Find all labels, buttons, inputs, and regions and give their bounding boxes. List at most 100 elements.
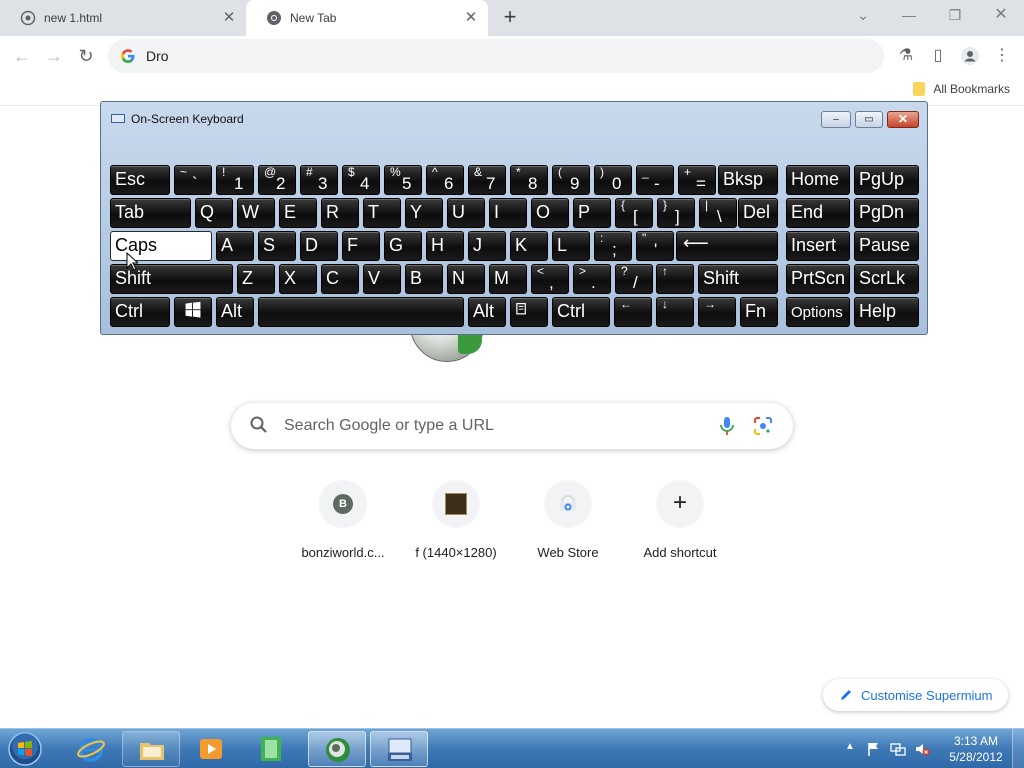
network-icon[interactable] bbox=[890, 741, 906, 757]
key-arrow-right[interactable]: → bbox=[698, 297, 736, 327]
key-x[interactable]: X bbox=[279, 264, 317, 294]
key-punct-0[interactable]: :; bbox=[594, 231, 632, 261]
key-p[interactable]: P bbox=[573, 198, 611, 228]
key-i[interactable]: I bbox=[489, 198, 527, 228]
osk-maximize-button[interactable]: ▭ bbox=[855, 111, 883, 128]
key-ctrl-right[interactable]: Ctrl bbox=[552, 297, 610, 327]
key-punct-1[interactable]: " ' bbox=[636, 231, 674, 261]
key-arrow-up[interactable]: ↑ bbox=[656, 264, 694, 294]
key-context-menu[interactable] bbox=[510, 297, 548, 327]
key-ctrl-left[interactable]: Ctrl bbox=[110, 297, 170, 327]
close-tab-icon[interactable]: ✕ bbox=[462, 9, 480, 27]
key-arrow-left[interactable]: ← bbox=[614, 297, 652, 327]
key-pause[interactable]: Pause bbox=[854, 231, 919, 261]
shortcut-bonziworld[interactable]: B bonziworld.c... bbox=[287, 480, 399, 564]
profile-avatar-icon[interactable] bbox=[958, 44, 982, 68]
tab-new-1-html[interactable]: new 1.html ✕ bbox=[0, 0, 246, 36]
key-enter[interactable]: ⟵ bbox=[676, 231, 778, 261]
key-t[interactable]: T bbox=[363, 198, 401, 228]
key-a[interactable]: A bbox=[216, 231, 254, 261]
taskbar-app-green[interactable] bbox=[242, 731, 300, 767]
key-backspace[interactable]: Bksp bbox=[718, 165, 778, 195]
key-fn[interactable]: Fn bbox=[740, 297, 778, 327]
restore-window-button[interactable]: ❐ bbox=[940, 4, 970, 26]
key-insert[interactable]: Insert bbox=[786, 231, 850, 261]
key-windows[interactable] bbox=[174, 297, 212, 327]
forward-icon[interactable]: → bbox=[42, 44, 66, 68]
key-3[interactable]: #3 bbox=[300, 165, 338, 195]
key-j[interactable]: J bbox=[468, 231, 506, 261]
key-u[interactable]: U bbox=[447, 198, 485, 228]
key-7[interactable]: & 7 bbox=[468, 165, 506, 195]
taskbar-on-screen-keyboard[interactable] bbox=[370, 731, 428, 767]
key-e[interactable]: E bbox=[279, 198, 317, 228]
key-end[interactable]: End bbox=[786, 198, 850, 228]
key-o[interactable]: O bbox=[531, 198, 569, 228]
key-scrlk[interactable]: ScrLk bbox=[854, 264, 919, 294]
key--[interactable]: _ - bbox=[636, 165, 674, 195]
close-tab-icon[interactable]: ✕ bbox=[220, 9, 238, 27]
key-n[interactable]: N bbox=[447, 264, 485, 294]
key-prtscn[interactable]: PrtScn bbox=[786, 264, 850, 294]
key-tab[interactable]: Tab bbox=[110, 198, 191, 228]
new-tab-button[interactable]: + bbox=[498, 6, 522, 30]
key-sym-0[interactable]: <, bbox=[531, 264, 569, 294]
key-4[interactable]: $4 bbox=[342, 165, 380, 195]
reload-icon[interactable]: ↻ bbox=[74, 44, 98, 68]
key-arrow-down[interactable]: ↓ bbox=[656, 297, 694, 327]
start-button-icon[interactable] bbox=[6, 731, 44, 767]
system-clock[interactable]: 3:13 AM 5/28/2012 bbox=[944, 733, 1008, 765]
key-pgup[interactable]: PgUp bbox=[854, 165, 919, 195]
key-bracket-1[interactable]: }] bbox=[657, 198, 695, 228]
labs-flask-icon[interactable]: ⚗ bbox=[894, 44, 918, 68]
key-pgdn[interactable]: PgDn bbox=[854, 198, 919, 228]
key-k[interactable]: K bbox=[510, 231, 548, 261]
key-b[interactable]: B bbox=[405, 264, 443, 294]
key-z[interactable]: Z bbox=[237, 264, 275, 294]
lens-search-icon[interactable] bbox=[753, 416, 773, 436]
key-sym-1[interactable]: >. bbox=[573, 264, 611, 294]
taskbar-browser[interactable] bbox=[308, 731, 366, 767]
side-panel-icon[interactable]: ▯ bbox=[926, 44, 950, 68]
key-options[interactable]: Options bbox=[786, 297, 850, 327]
show-hidden-icons-arrow[interactable]: ▲ bbox=[845, 741, 855, 752]
taskbar-ie[interactable] bbox=[62, 731, 120, 767]
shortcut-image-f[interactable]: f (1440×1280) bbox=[400, 480, 512, 564]
taskbar-explorer[interactable] bbox=[122, 731, 180, 767]
tab-new-tab[interactable]: New Tab ✕ bbox=[246, 0, 488, 36]
key-bracket-0[interactable]: {[ bbox=[615, 198, 653, 228]
osk-close-button[interactable]: ✕ bbox=[887, 111, 919, 128]
key-=[interactable]: + = bbox=[678, 165, 716, 195]
key-9[interactable]: (9 bbox=[552, 165, 590, 195]
key-r[interactable]: R bbox=[321, 198, 359, 228]
key-6[interactable]: ^ 6 bbox=[426, 165, 464, 195]
key-d[interactable]: D bbox=[300, 231, 338, 261]
address-bar[interactable]: Dro bbox=[108, 39, 884, 73]
back-icon[interactable]: ← bbox=[10, 44, 34, 68]
menu-kebab-icon[interactable]: ⋮ bbox=[990, 44, 1014, 68]
key-q[interactable]: Q bbox=[195, 198, 233, 228]
key-alt-right[interactable]: Alt bbox=[468, 297, 506, 327]
key-c[interactable]: C bbox=[321, 264, 359, 294]
key-bracket-2[interactable]: | \ bbox=[699, 198, 737, 228]
all-bookmarks-button[interactable]: All Bookmarks bbox=[913, 82, 1010, 96]
add-shortcut-button[interactable]: + Add shortcut bbox=[624, 480, 736, 564]
volume-muted-icon[interactable] bbox=[914, 741, 930, 757]
search-box[interactable]: Search Google or type a URL bbox=[231, 403, 793, 449]
taskbar-media-player[interactable] bbox=[182, 731, 240, 767]
show-desktop-button[interactable] bbox=[1012, 729, 1024, 768]
key-esc[interactable]: Esc bbox=[110, 165, 170, 195]
key-sym-2[interactable]: ? / bbox=[615, 264, 653, 294]
key-2[interactable]: @2 bbox=[258, 165, 296, 195]
minimize-window-button[interactable]: — bbox=[894, 4, 924, 26]
tab-search-icon[interactable]: ⌄ bbox=[848, 4, 878, 26]
key-1[interactable]: ! 1 bbox=[216, 165, 254, 195]
osk-minimize-button[interactable]: – bbox=[821, 111, 851, 128]
key-5[interactable]: % 5 bbox=[384, 165, 422, 195]
osk-title-bar[interactable]: On-Screen Keyboard – ▭ ✕ bbox=[101, 102, 927, 134]
key-0[interactable]: ) 0 bbox=[594, 165, 632, 195]
key-l[interactable]: L bbox=[552, 231, 590, 261]
key-w[interactable]: W bbox=[237, 198, 275, 228]
key-alt-left[interactable]: Alt bbox=[216, 297, 254, 327]
key-g[interactable]: G bbox=[384, 231, 422, 261]
